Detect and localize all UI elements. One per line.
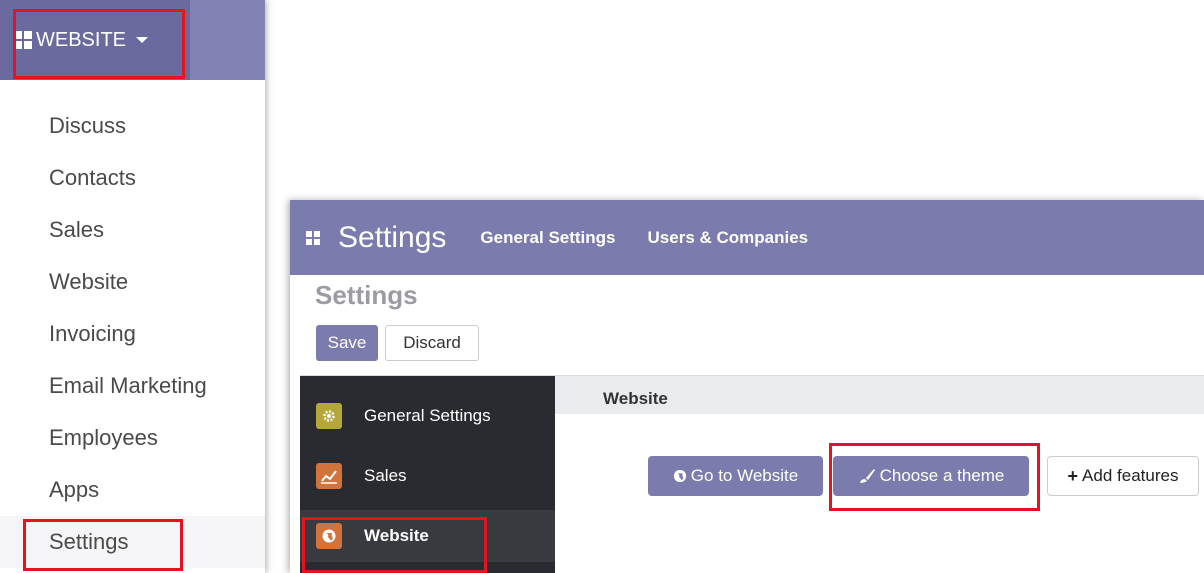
sidebar-item-label: Sales bbox=[364, 466, 407, 485]
add-features-button[interactable]: + Add features bbox=[1047, 456, 1199, 496]
menu-item-website[interactable]: Website bbox=[0, 256, 265, 308]
settings-sidebar: General Settings Sales Website bbox=[300, 376, 555, 573]
sidebar-item-label: General Settings bbox=[364, 406, 491, 425]
app-title[interactable]: Settings bbox=[338, 221, 446, 255]
settings-window: Settings General Settings Users & Compan… bbox=[290, 200, 1204, 573]
choose-theme-label: Choose a theme bbox=[879, 466, 1005, 485]
chart-icon bbox=[316, 463, 342, 489]
save-button[interactable]: Save bbox=[316, 325, 378, 361]
top-navbar: Settings General Settings Users & Compan… bbox=[290, 200, 1204, 275]
nav-general-settings[interactable]: General Settings bbox=[480, 228, 615, 248]
gear-icon bbox=[316, 403, 342, 429]
menu-item-discuss[interactable]: Discuss bbox=[0, 100, 265, 152]
section-title: Website bbox=[555, 376, 1204, 414]
paintbrush-icon bbox=[858, 468, 876, 484]
discard-button[interactable]: Discard bbox=[385, 325, 479, 361]
caret-down-icon bbox=[136, 37, 149, 43]
menu-item-email-marketing[interactable]: Email Marketing bbox=[0, 360, 265, 412]
globe-icon bbox=[316, 523, 342, 549]
apps-menu-list: Discuss Contacts Sales Website Invoicing… bbox=[0, 100, 265, 568]
sidebar-item-website[interactable]: Website bbox=[300, 510, 555, 562]
plus-icon: + bbox=[1067, 465, 1079, 486]
go-to-website-button[interactable]: Go to Website bbox=[648, 456, 823, 496]
apps-menu-button[interactable]: WEBSITE bbox=[0, 0, 190, 80]
add-features-label: Add features bbox=[1082, 466, 1179, 485]
page-title: Settings bbox=[315, 280, 418, 310]
menu-item-settings[interactable]: Settings bbox=[0, 516, 265, 568]
menu-item-employees[interactable]: Employees bbox=[0, 412, 265, 464]
apps-dropdown-panel: WEBSITE Discuss Contacts Sales Website I… bbox=[0, 0, 265, 573]
menu-item-invoicing[interactable]: Invoicing bbox=[0, 308, 265, 360]
globe-icon bbox=[673, 469, 687, 483]
menu-item-sales[interactable]: Sales bbox=[0, 204, 265, 256]
sidebar-item-sales[interactable]: Sales bbox=[300, 450, 555, 502]
apps-grid-icon[interactable] bbox=[306, 230, 320, 245]
sidebar-item-label: Website bbox=[364, 526, 429, 545]
nav-users-companies[interactable]: Users & Companies bbox=[648, 228, 809, 248]
sidebar-item-general-settings[interactable]: General Settings bbox=[300, 390, 555, 442]
menu-item-contacts[interactable]: Contacts bbox=[0, 152, 265, 204]
apps-grid-icon bbox=[14, 31, 32, 49]
choose-theme-button[interactable]: Choose a theme bbox=[833, 456, 1029, 496]
apps-menu-button-label: WEBSITE bbox=[36, 28, 127, 51]
go-to-website-label: Go to Website bbox=[690, 466, 799, 485]
menu-item-apps[interactable]: Apps bbox=[0, 464, 265, 516]
